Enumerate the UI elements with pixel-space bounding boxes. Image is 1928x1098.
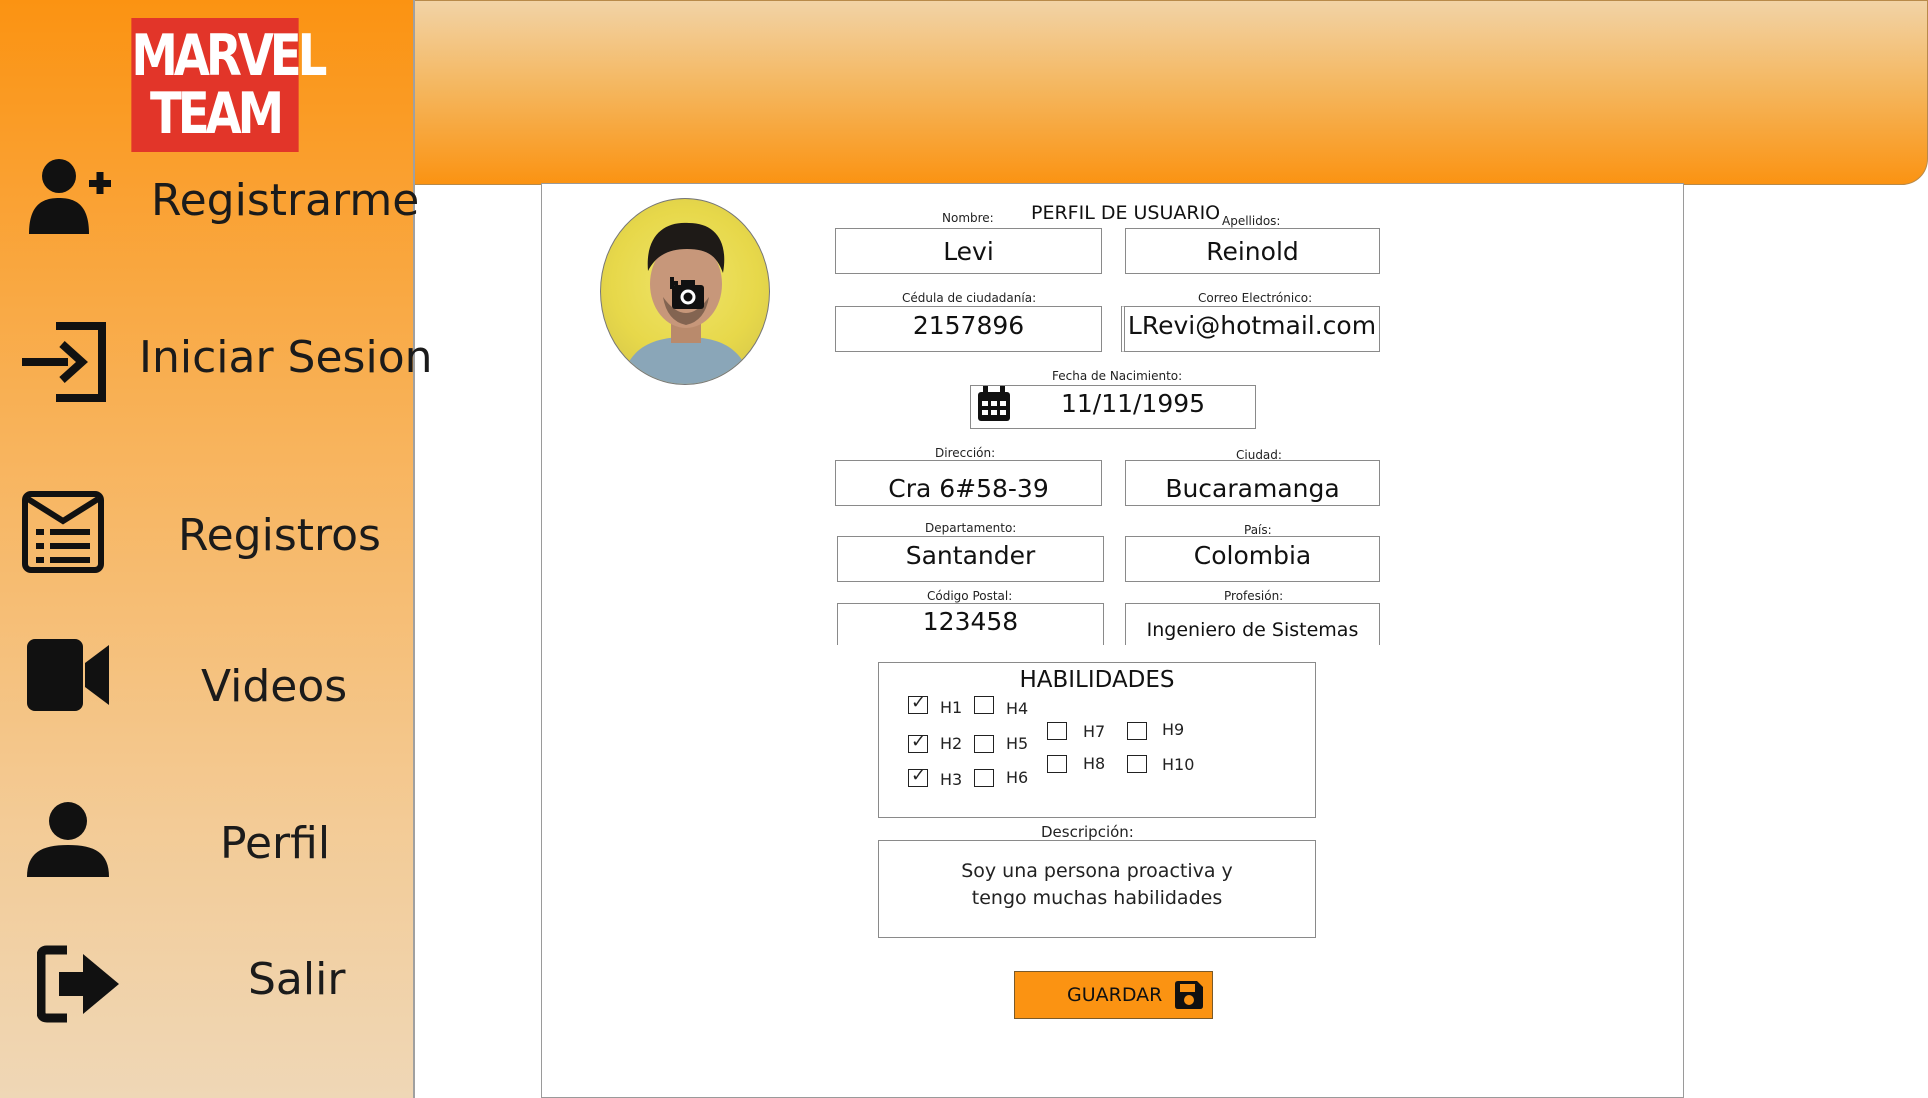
descripcion-label: Descripción: [1041, 823, 1134, 841]
cedula-field[interactable]: 2157896 [835, 306, 1102, 352]
profesion-field[interactable]: Ingeniero de Sistemas [1125, 603, 1380, 645]
departamento-field[interactable]: Santander [837, 536, 1104, 582]
camera-icon[interactable] [670, 277, 706, 311]
nombre-label: Nombre: [942, 211, 994, 225]
cedula-label: Cédula de ciudadanía: [902, 291, 1037, 305]
sign-out-icon [37, 945, 119, 1023]
save-button[interactable]: GUARDAR [1014, 971, 1213, 1019]
checkbox-label: H1 [940, 698, 963, 717]
list-envelope-icon [22, 491, 104, 573]
pais-label: País: [1244, 523, 1272, 537]
postal-field[interactable]: 123458 [837, 603, 1104, 645]
checkbox-h4[interactable] [974, 696, 994, 714]
checkbox-label: H3 [940, 770, 963, 789]
checkbox-label: H10 [1162, 755, 1195, 774]
correo-label: Correo Electrónico: [1198, 291, 1313, 305]
checkbox-h7[interactable] [1047, 722, 1067, 740]
floppy-disk-icon [1175, 981, 1203, 1009]
user-icon [27, 802, 109, 877]
sidebar-item-label: Registros [178, 510, 381, 561]
nombre-field[interactable]: Levi [835, 228, 1102, 274]
postal-label: Código Postal: [927, 589, 1013, 603]
sign-in-icon [22, 322, 106, 402]
sidebar-item-iniciar-sesion[interactable]: Iniciar Sesion [0, 310, 433, 420]
checkbox-label: H7 [1083, 722, 1106, 741]
descripcion-field[interactable]: Soy una persona proactiva y tengo muchas… [878, 840, 1316, 938]
habilidades-title: HABILIDADES [1019, 667, 1175, 693]
correo-field[interactable]: LRevi@hotmail.com [1121, 306, 1380, 352]
calendar-icon[interactable] [977, 386, 1011, 422]
direccion-field[interactable]: Cra 6#58-39 [835, 460, 1102, 506]
sidebar-item-label: Iniciar Sesion [139, 332, 433, 383]
video-camera-icon [27, 639, 109, 711]
sidebar-item-registrarme[interactable]: Registrarme [0, 150, 419, 260]
apellidos-label: Apellidos: [1222, 214, 1281, 228]
checkbox-label: H4 [1006, 699, 1029, 718]
page-title: PERFIL DE USUARIO [1031, 202, 1221, 224]
pais-field[interactable]: Colombia [1125, 536, 1380, 582]
sidebar-item-label: Registrarme [151, 175, 420, 226]
sidebar-item-videos[interactable]: Videos [0, 635, 415, 745]
sidebar-item-perfil[interactable]: Perfil [0, 795, 415, 905]
sidebar-item-label: Videos [201, 661, 348, 712]
checkbox-h9[interactable] [1127, 722, 1147, 740]
fecha-field[interactable]: 11/11/1995 [970, 385, 1256, 429]
checkbox-h3[interactable]: ✓ [908, 765, 928, 787]
checkbox-h8[interactable] [1047, 755, 1067, 773]
sidebar-item-label: Salir [248, 954, 346, 1005]
checkbox-label: H2 [940, 734, 963, 753]
save-button-label: GUARDAR [1067, 984, 1163, 1006]
departamento-label: Departamento: [925, 521, 1017, 535]
sidebar-item-salir[interactable]: Salir [0, 935, 415, 1045]
checkbox-label: H5 [1006, 734, 1029, 753]
checkbox-label: H8 [1083, 754, 1106, 773]
header-bar [415, 0, 1928, 185]
sidebar-item-label: Perfil [220, 818, 331, 869]
checkbox-h10[interactable] [1127, 755, 1147, 773]
checkbox-h5[interactable] [974, 735, 994, 753]
profesion-label: Profesión: [1224, 589, 1284, 603]
marvel-team-logo: MARVEL TEAM [131, 18, 327, 152]
checkbox-h1[interactable]: ✓ [908, 692, 928, 714]
add-user-icon [29, 159, 111, 234]
sidebar-item-registros[interactable]: Registros [0, 485, 415, 595]
checkbox-label: H9 [1162, 720, 1185, 739]
ciudad-field[interactable]: Bucaramanga [1125, 460, 1380, 506]
checkbox-h6[interactable] [974, 769, 994, 787]
fecha-label: Fecha de Nacimiento: [1052, 369, 1183, 383]
checkbox-label: H6 [1006, 768, 1029, 787]
checkbox-h2[interactable]: ✓ [908, 731, 928, 753]
sidebar: MARVEL TEAM Registrarme Iniciar Sesion R [0, 0, 433, 1098]
apellidos-field[interactable]: Reinold [1125, 228, 1380, 274]
direccion-label: Dirección: [935, 446, 996, 460]
